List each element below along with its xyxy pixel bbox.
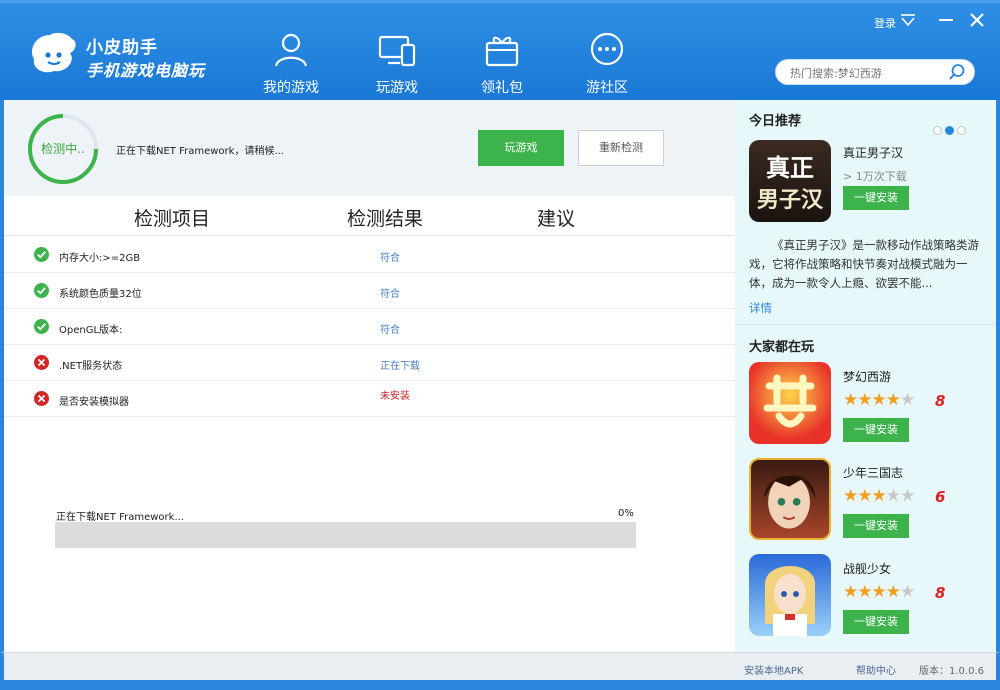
app-title: 小皮助手	[86, 38, 158, 58]
check-item-label: 内存大小:>=2GB	[59, 253, 141, 264]
featured-icon-text: 真正	[766, 153, 814, 182]
game-name[interactable]: 梦幻西游	[843, 368, 891, 385]
gift-icon	[485, 36, 519, 67]
nav-community[interactable]: 游社区	[564, 31, 650, 99]
nav-label: 玩游戏	[376, 80, 418, 96]
featured-install-button[interactable]: 一键安装	[843, 186, 909, 210]
main-panel: 检测中.. 正在下载NET Framework，请稍候... 玩游戏 重新检测 …	[0, 100, 735, 652]
check-row: OpenGL版本: 符合	[4, 309, 735, 345]
menu-dropdown-icon[interactable]	[900, 13, 916, 27]
nav-my-games[interactable]: 我的游戏	[248, 31, 334, 99]
pager-dot[interactable]	[957, 126, 966, 135]
download-label: 正在下载NET Framework...	[56, 512, 184, 523]
check-result: 符合	[380, 325, 400, 336]
check-result: 正在下载	[380, 361, 420, 372]
status-panel: 检测中.. 正在下载NET Framework，请稍候... 玩游戏 重新检测	[4, 100, 735, 196]
check-item-label: .NET服务状态	[59, 361, 123, 372]
minimize-icon[interactable]	[938, 13, 954, 27]
featured-download-count: > 1万次下载	[843, 170, 907, 183]
nav-label: 我的游戏	[263, 80, 319, 96]
check-fail-icon	[34, 355, 49, 370]
popular-title: 大家都在玩	[749, 340, 815, 355]
install-button[interactable]: 一键安装	[843, 610, 909, 634]
rating-stars: ★★★★★	[843, 582, 915, 602]
app-subtitle: 手机游戏电脑玩	[86, 61, 206, 80]
check-table-header: 检测项目 检测结果 建议	[4, 196, 735, 236]
featured-description: 《真正男子汉》是一款移动作战策略类游戏，它将作战策略和快节奏对战模式融为一体，成…	[749, 238, 979, 290]
check-result: 符合	[380, 253, 400, 264]
pager-dot[interactable]	[933, 126, 942, 135]
game-score: 8	[935, 392, 946, 410]
search-box	[775, 59, 975, 85]
nav-label: 游社区	[586, 80, 628, 96]
chat-icon	[590, 32, 624, 66]
install-button[interactable]: 一键安装	[843, 418, 909, 442]
featured-game-name[interactable]: 真正男子汉	[843, 144, 903, 161]
check-ok-icon	[34, 319, 49, 334]
nav-gift[interactable]: 领礼包	[459, 31, 545, 99]
status-bar: 安装本地APK 帮助中心 版本：1.0.0.6	[0, 652, 1000, 680]
game-name[interactable]: 少年三国志	[843, 464, 903, 481]
check-item-label: OpenGL版本:	[59, 325, 123, 336]
rating-stars: ★★★★★	[843, 390, 915, 410]
game-art	[764, 475, 816, 529]
check-row: .NET服务状态 正在下载	[4, 345, 735, 381]
featured-details-link[interactable]: 详情	[749, 300, 772, 316]
column-header-advice: 建议	[537, 208, 576, 230]
featured-icon-text: 男子汉	[756, 187, 823, 213]
pager-dot[interactable]	[945, 126, 954, 135]
divider	[735, 324, 996, 325]
rating-stars: ★★★★★	[843, 486, 915, 506]
header-bar: 小皮助手 手机游戏电脑玩 我的游戏 玩游戏 领礼包 游社区 登录 热门搜索:梦幻…	[0, 0, 1000, 100]
sanguo-icon[interactable]	[749, 458, 831, 540]
close-icon[interactable]	[968, 11, 986, 29]
install-apk-link[interactable]: 安装本地APK	[744, 662, 803, 677]
check-fail-icon	[34, 391, 49, 406]
check-ok-icon	[34, 283, 49, 298]
check-item-label: 系统颜色质量32位	[59, 289, 142, 300]
login-link[interactable]: 登录	[874, 15, 896, 31]
download-percent: 0%	[618, 508, 634, 519]
download-progress-bar	[55, 522, 636, 548]
play-game-button[interactable]: 玩游戏	[478, 130, 564, 166]
column-header-item: 检测项目	[134, 208, 211, 230]
recheck-button[interactable]: 重新检测	[578, 130, 664, 166]
check-item-label: 是否安装模拟器	[59, 397, 129, 408]
game-name[interactable]: 战舰少女	[843, 560, 891, 577]
zhanjian-icon[interactable]	[749, 554, 831, 636]
logo-icon	[31, 32, 76, 73]
check-result: 符合	[380, 289, 400, 300]
check-row: 系统颜色质量32位 符合	[4, 273, 735, 309]
app-window: 小皮助手 手机游戏电脑玩 我的游戏 玩游戏 领礼包 游社区 登录 热门搜索:梦幻…	[0, 0, 1000, 690]
today-recommend-title: 今日推荐	[749, 114, 802, 129]
featured-game-icon[interactable]: 真正 男子汉	[749, 140, 831, 222]
help-center-link[interactable]: 帮助中心	[856, 662, 896, 677]
devices-icon	[378, 35, 416, 67]
nav-label: 领礼包	[481, 80, 523, 96]
search-icon[interactable]	[948, 63, 966, 81]
checking-label: 检测中..	[41, 142, 85, 156]
search-input[interactable]	[790, 64, 950, 82]
menghuan-icon[interactable]	[749, 362, 831, 444]
check-row: 是否安装模拟器 未安装	[4, 381, 735, 417]
game-art	[763, 374, 817, 428]
check-result: 未安装	[380, 391, 410, 402]
taskbar-strip	[0, 680, 1000, 690]
user-icon	[274, 33, 308, 67]
check-ok-icon	[34, 247, 49, 262]
sidebar: 今日推荐 真正 男子汉 真正男子汉 > 1万次下载 一键安装 《真正男子汉》是一…	[735, 100, 1000, 652]
game-score: 8	[935, 584, 946, 602]
version-label: 版本：1.0.0.6	[919, 666, 984, 677]
nav-play-games[interactable]: 玩游戏	[354, 31, 440, 99]
game-art	[765, 566, 815, 636]
carousel-pager	[933, 120, 977, 135]
status-message: 正在下载NET Framework，请稍候...	[116, 146, 284, 157]
game-score: 6	[935, 488, 946, 506]
check-row: 内存大小:>=2GB 符合	[4, 237, 735, 273]
install-button[interactable]: 一键安装	[843, 514, 909, 538]
column-header-result: 检测结果	[347, 208, 424, 230]
